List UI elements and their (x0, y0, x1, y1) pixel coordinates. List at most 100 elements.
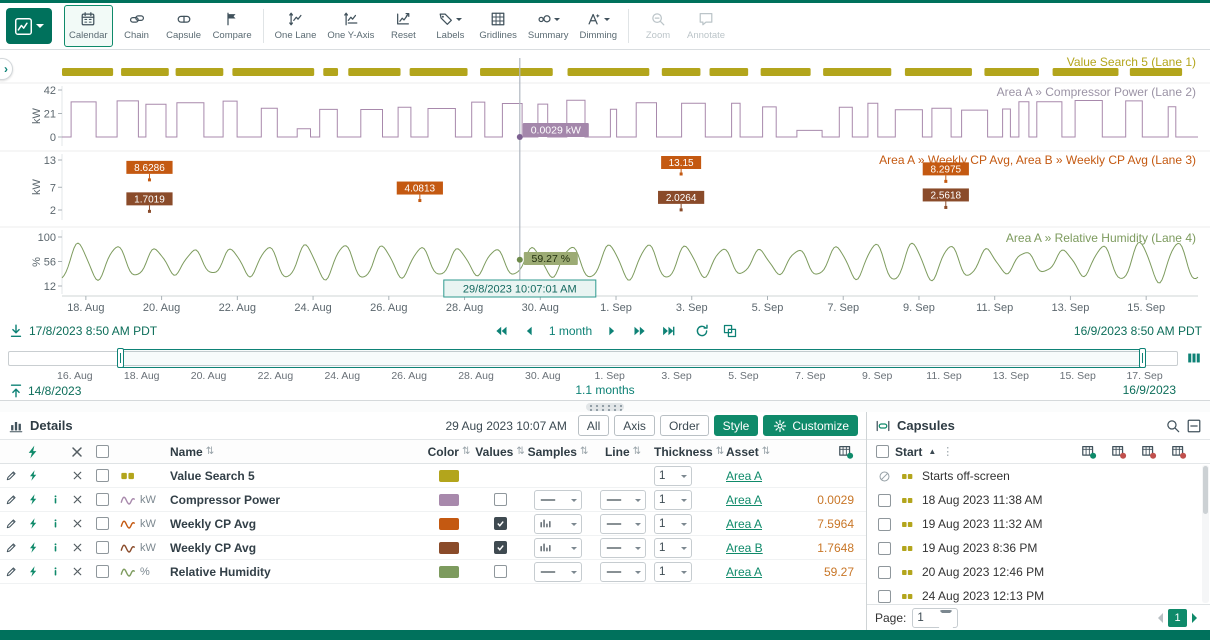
values-checkbox[interactable] (494, 565, 507, 578)
row-select-checkbox[interactable] (96, 565, 109, 578)
investigate-range-end[interactable]: 16/9/2023 (1123, 383, 1176, 397)
capsule-select[interactable] (876, 566, 892, 579)
thickness-dropdown[interactable]: 1 (654, 466, 726, 486)
capsule-start[interactable]: 18 Aug 2023 11:38 AM (922, 493, 1043, 507)
dropdown[interactable] (534, 538, 582, 558)
toolbar-button-zoom[interactable]: Zoom (635, 5, 681, 47)
order-button[interactable]: Order (660, 415, 709, 436)
refresh-icon[interactable] (694, 323, 710, 339)
next-page-icon[interactable] (1192, 613, 1202, 623)
color-swatch[interactable] (422, 518, 476, 530)
capsules-scrollbar[interactable] (1202, 465, 1209, 603)
info-icon[interactable] (44, 565, 66, 578)
slider-handle-left[interactable] (117, 348, 124, 368)
dropdown[interactable] (600, 562, 646, 582)
edit-icon[interactable] (0, 469, 22, 482)
info-icon[interactable] (44, 541, 66, 554)
slider-selection[interactable] (120, 349, 1143, 368)
item-name[interactable]: Value Search 5 (170, 469, 422, 483)
column-header[interactable]: Values⇅ (476, 445, 524, 459)
color-swatch[interactable] (422, 470, 476, 482)
column-header[interactable]: Asset⇅ (726, 445, 790, 459)
info-icon[interactable] (44, 493, 66, 506)
thickness-dropdown[interactable]: 1 (654, 562, 692, 582)
toolbar-button-compare[interactable]: Compare (208, 5, 257, 47)
asset-link[interactable]: Area A (726, 469, 762, 483)
toolbar-button-capsule[interactable]: Capsule (161, 5, 207, 47)
toolbar-button-summary[interactable]: Summary (523, 5, 574, 47)
samples-style-dropdown[interactable] (524, 538, 592, 558)
delete-capsule-column-icon[interactable] (1171, 444, 1187, 460)
scrollbar-thumb[interactable] (1203, 466, 1208, 514)
edit-icon[interactable] (0, 517, 22, 530)
column-header[interactable]: Name⇅ (170, 445, 422, 459)
asset-link[interactable]: Area A (726, 493, 762, 507)
capsule-start[interactable]: Starts off-screen (922, 469, 1010, 483)
dropdown[interactable] (600, 538, 646, 558)
edit-icon[interactable] (0, 565, 22, 578)
capsules-select-all-checkbox[interactable] (876, 445, 889, 458)
duplicate-range-icon[interactable] (722, 323, 738, 339)
capsule-checkbox[interactable] (878, 542, 891, 555)
toolbar-button-one-lane[interactable]: One Lane (270, 5, 322, 47)
minimize-panel-icon[interactable] (1186, 418, 1202, 434)
row-select[interactable] (88, 469, 116, 482)
item-name[interactable]: Relative Humidity (170, 565, 422, 579)
thickness-dropdown[interactable]: 1 (654, 538, 692, 558)
row-select[interactable] (88, 493, 116, 506)
color-swatch[interactable] (422, 494, 476, 506)
samples-style-dropdown[interactable] (524, 490, 592, 510)
dropdown[interactable] (534, 490, 582, 510)
thickness-dropdown[interactable]: 1 (654, 490, 726, 510)
step-to-end-icon[interactable] (660, 323, 676, 339)
column-header[interactable]: Thickness⇅ (654, 445, 726, 459)
dropdown[interactable] (534, 514, 582, 534)
capsule-start[interactable]: 19 Aug 2023 8:36 PM (922, 541, 1037, 555)
step-back-large-icon[interactable] (493, 323, 509, 339)
line-style-dropdown[interactable] (592, 562, 654, 582)
capsule-start[interactable]: 19 Aug 2023 11:32 AM (922, 517, 1043, 531)
samples-style-dropdown[interactable] (524, 562, 592, 582)
trend-chart[interactable]: Value Search 5 (Lane 1)02142kWArea A » C… (0, 50, 1210, 318)
pin-icon[interactable] (22, 565, 44, 578)
item-name[interactable]: Compressor Power (170, 493, 422, 507)
prev-page-icon[interactable] (1153, 613, 1163, 623)
thickness-dropdown[interactable]: 1 (654, 466, 692, 486)
samples-style-dropdown[interactable] (524, 514, 592, 534)
pin-icon[interactable] (22, 517, 44, 530)
axis-button[interactable]: Axis (614, 415, 655, 436)
toolbar-button-annotate[interactable]: Annotate (682, 5, 730, 47)
item-name[interactable]: Weekly CP Avg (170, 517, 422, 531)
edit-icon[interactable] (0, 493, 22, 506)
thickness-dropdown[interactable]: 1 (654, 514, 726, 534)
toolbar-button-dimming[interactable]: Dimming (575, 5, 622, 47)
display-range-start[interactable]: 17/8/2023 8:50 AM PDT (29, 324, 157, 338)
capsule-select[interactable] (876, 494, 892, 507)
remove-icon[interactable] (66, 517, 88, 530)
capsules-start-column[interactable]: Start (895, 445, 922, 459)
color-swatch[interactable] (422, 566, 476, 578)
column-header[interactable]: Color⇅ (422, 445, 476, 459)
values-toggle[interactable] (476, 541, 524, 554)
toolbar-button-chain[interactable]: Chain (114, 5, 160, 47)
thickness-dropdown[interactable]: 1 (654, 538, 726, 558)
capsule-checkbox[interactable] (878, 590, 891, 603)
remove-all-icon[interactable] (66, 444, 88, 460)
capsule-start[interactable]: 20 Aug 2023 12:46 PM (922, 565, 1044, 579)
values-toggle[interactable] (476, 565, 524, 578)
range-start-arrow-icon[interactable] (8, 323, 24, 339)
current-page[interactable]: 1 (1168, 609, 1187, 627)
pin-icon[interactable] (22, 469, 44, 482)
values-checkbox[interactable] (494, 493, 507, 506)
values-checkbox[interactable] (494, 517, 507, 530)
investigate-duration[interactable]: 1.1 months (575, 383, 634, 397)
capsule-checkbox[interactable] (878, 566, 891, 579)
columns-config-icon[interactable] (790, 444, 866, 460)
thickness-dropdown[interactable]: 1 (654, 562, 726, 582)
row-select-checkbox[interactable] (96, 493, 109, 506)
values-toggle[interactable] (476, 493, 524, 506)
remove-icon[interactable] (66, 565, 88, 578)
toolbar-button-labels[interactable]: Labels (427, 5, 473, 47)
column-header[interactable]: Line⇅ (592, 445, 654, 459)
select-all-checkbox[interactable] (96, 445, 109, 458)
